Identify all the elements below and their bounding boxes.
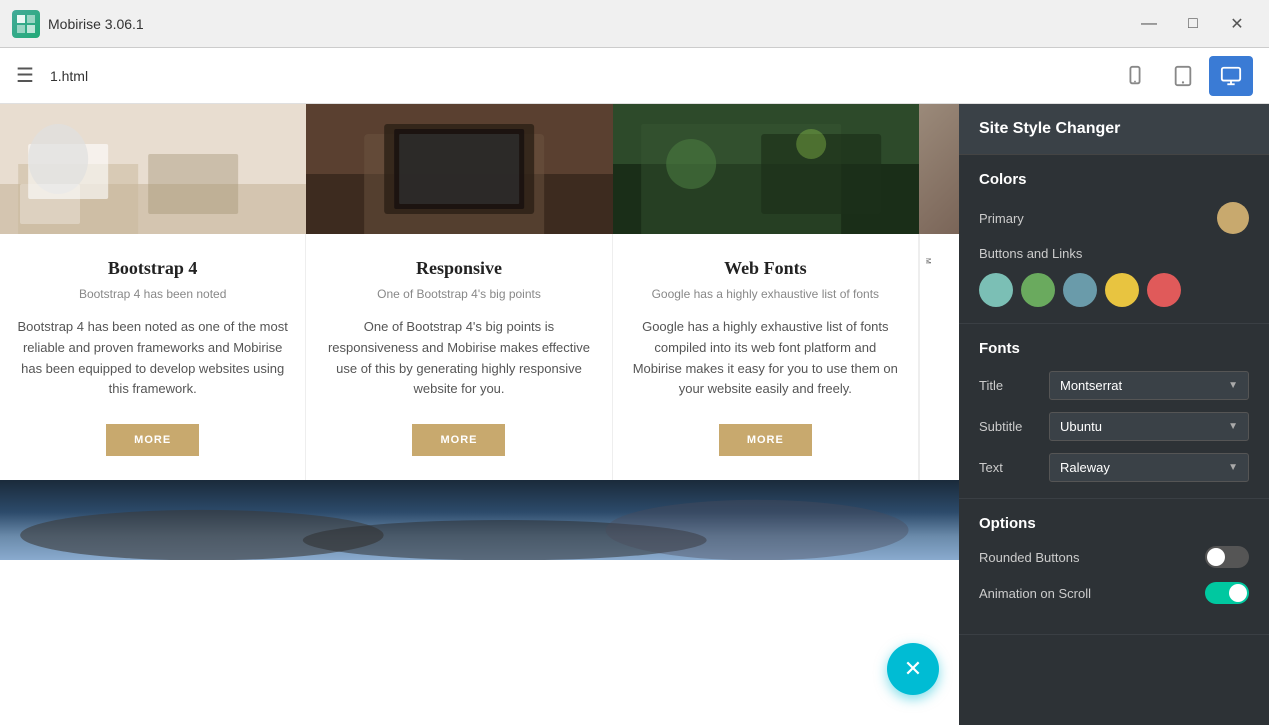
text-font-row: Text Raleway ▼ [979, 453, 1249, 482]
card-2-subtitle: One of Bootstrap 4's big points [322, 287, 595, 301]
text-font-select[interactable]: Raleway ▼ [1049, 453, 1249, 482]
card-3: Web Fonts Google has a highly exhaustive… [613, 234, 919, 480]
title-bar: Mobirise 3.06.1 — □ ✕ [0, 0, 1269, 48]
app-logo-icon [12, 10, 40, 38]
buttons-links-row: Buttons and Links [979, 246, 1249, 261]
card-2-title: Responsive [322, 258, 595, 279]
app-logo-area: Mobirise 3.06.1 [12, 10, 1129, 38]
rounded-buttons-label: Rounded Buttons [979, 550, 1205, 565]
primary-label: Primary [979, 211, 1217, 226]
title-font-select[interactable]: Montserrat ▼ [1049, 371, 1249, 400]
minimize-button[interactable]: — [1129, 8, 1169, 40]
card-3-title: Web Fonts [629, 258, 902, 279]
card-1-title: Bootstrap 4 [16, 258, 289, 279]
title-font-value: Montserrat [1060, 378, 1122, 393]
color-options [979, 273, 1249, 307]
subtitle-font-select[interactable]: Ubuntu ▼ [1049, 412, 1249, 441]
title-font-arrow: ▼ [1228, 380, 1238, 391]
toolbar: ☰ 1.html [0, 48, 1269, 104]
colors-title: Colors [979, 171, 1249, 188]
color-option-1[interactable] [979, 273, 1013, 307]
card-2: Responsive One of Bootstrap 4's big poin… [306, 234, 612, 480]
side-panel: Site Style Changer Colors Primary Button… [959, 104, 1269, 725]
background-strip [0, 480, 959, 560]
fonts-grid: Title Montserrat ▼ Subtitle Ubuntu ▼ [979, 371, 1249, 482]
file-name-label: 1.html [50, 68, 1097, 84]
fonts-section: Fonts Title Montserrat ▼ Subtitle Ubuntu… [959, 324, 1269, 499]
rounded-buttons-knob [1207, 548, 1225, 566]
subtitle-font-row: Subtitle Ubuntu ▼ [979, 412, 1249, 441]
window-controls: — □ ✕ [1129, 8, 1257, 40]
card-3-more-button[interactable]: MORE [719, 424, 812, 456]
card-image-1 [0, 104, 306, 234]
canvas: Bootstrap 4 Bootstrap 4 has been noted B… [0, 104, 959, 725]
view-toggle-group [1113, 56, 1253, 96]
card-image-4 [919, 104, 959, 234]
title-font-label: Title [979, 378, 1049, 393]
animation-scroll-knob [1229, 584, 1247, 602]
rounded-buttons-row: Rounded Buttons [979, 546, 1249, 568]
panel-header: Site Style Changer [959, 104, 1269, 155]
tablet-view-button[interactable] [1161, 56, 1205, 96]
text-font-label: Text [979, 460, 1049, 475]
animation-scroll-label: Animation on Scroll [979, 586, 1205, 601]
animation-scroll-toggle[interactable] [1205, 582, 1249, 604]
card-4-partial: M [919, 234, 959, 480]
menu-button[interactable]: ☰ [16, 63, 34, 88]
text-font-value: Raleway [1060, 460, 1110, 475]
card-1-subtitle: Bootstrap 4 has been noted [16, 287, 289, 301]
card-image-2 [306, 104, 612, 234]
card-image-3 [613, 104, 919, 234]
color-option-3[interactable] [1063, 273, 1097, 307]
subtitle-font-arrow: ▼ [1228, 421, 1238, 432]
card-2-more-button[interactable]: MORE [412, 424, 505, 456]
card-3-text: Google has a highly exhaustive list of f… [629, 317, 902, 400]
options-title: Options [979, 515, 1249, 532]
primary-color-row: Primary [979, 202, 1249, 234]
subtitle-font-value: Ubuntu [1060, 419, 1102, 434]
title-font-row: Title Montserrat ▼ [979, 371, 1249, 400]
color-option-2[interactable] [1021, 273, 1055, 307]
card-1-text: Bootstrap 4 has been noted as one of the… [16, 317, 289, 400]
animation-scroll-row: Animation on Scroll [979, 582, 1249, 604]
fonts-title: Fonts [979, 340, 1249, 357]
desktop-view-button[interactable] [1209, 56, 1253, 96]
maximize-button[interactable]: □ [1173, 8, 1213, 40]
cards-row: Bootstrap 4 Bootstrap 4 has been noted B… [0, 234, 959, 480]
app-title: Mobirise 3.06.1 [48, 16, 144, 32]
options-section: Options Rounded Buttons Animation on Scr… [959, 499, 1269, 635]
card-2-text: One of Bootstrap 4's big points is respo… [322, 317, 595, 400]
main-area: Bootstrap 4 Bootstrap 4 has been noted B… [0, 104, 1269, 725]
fab-close-button[interactable]: ✕ [887, 643, 939, 695]
close-button[interactable]: ✕ [1217, 8, 1257, 40]
primary-color-swatch[interactable] [1217, 202, 1249, 234]
panel-title: Site Style Changer [979, 120, 1120, 137]
mobile-view-button[interactable] [1113, 56, 1157, 96]
buttons-links-label: Buttons and Links [979, 246, 1249, 261]
color-option-4[interactable] [1105, 273, 1139, 307]
images-row [0, 104, 959, 234]
subtitle-font-label: Subtitle [979, 419, 1049, 434]
card-1-more-button[interactable]: MORE [106, 424, 199, 456]
rounded-buttons-toggle[interactable] [1205, 546, 1249, 568]
color-option-5[interactable] [1147, 273, 1181, 307]
card-1: Bootstrap 4 Bootstrap 4 has been noted B… [0, 234, 306, 480]
card-3-subtitle: Google has a highly exhaustive list of f… [629, 287, 902, 301]
text-font-arrow: ▼ [1228, 462, 1238, 473]
colors-section: Colors Primary Buttons and Links [959, 155, 1269, 324]
